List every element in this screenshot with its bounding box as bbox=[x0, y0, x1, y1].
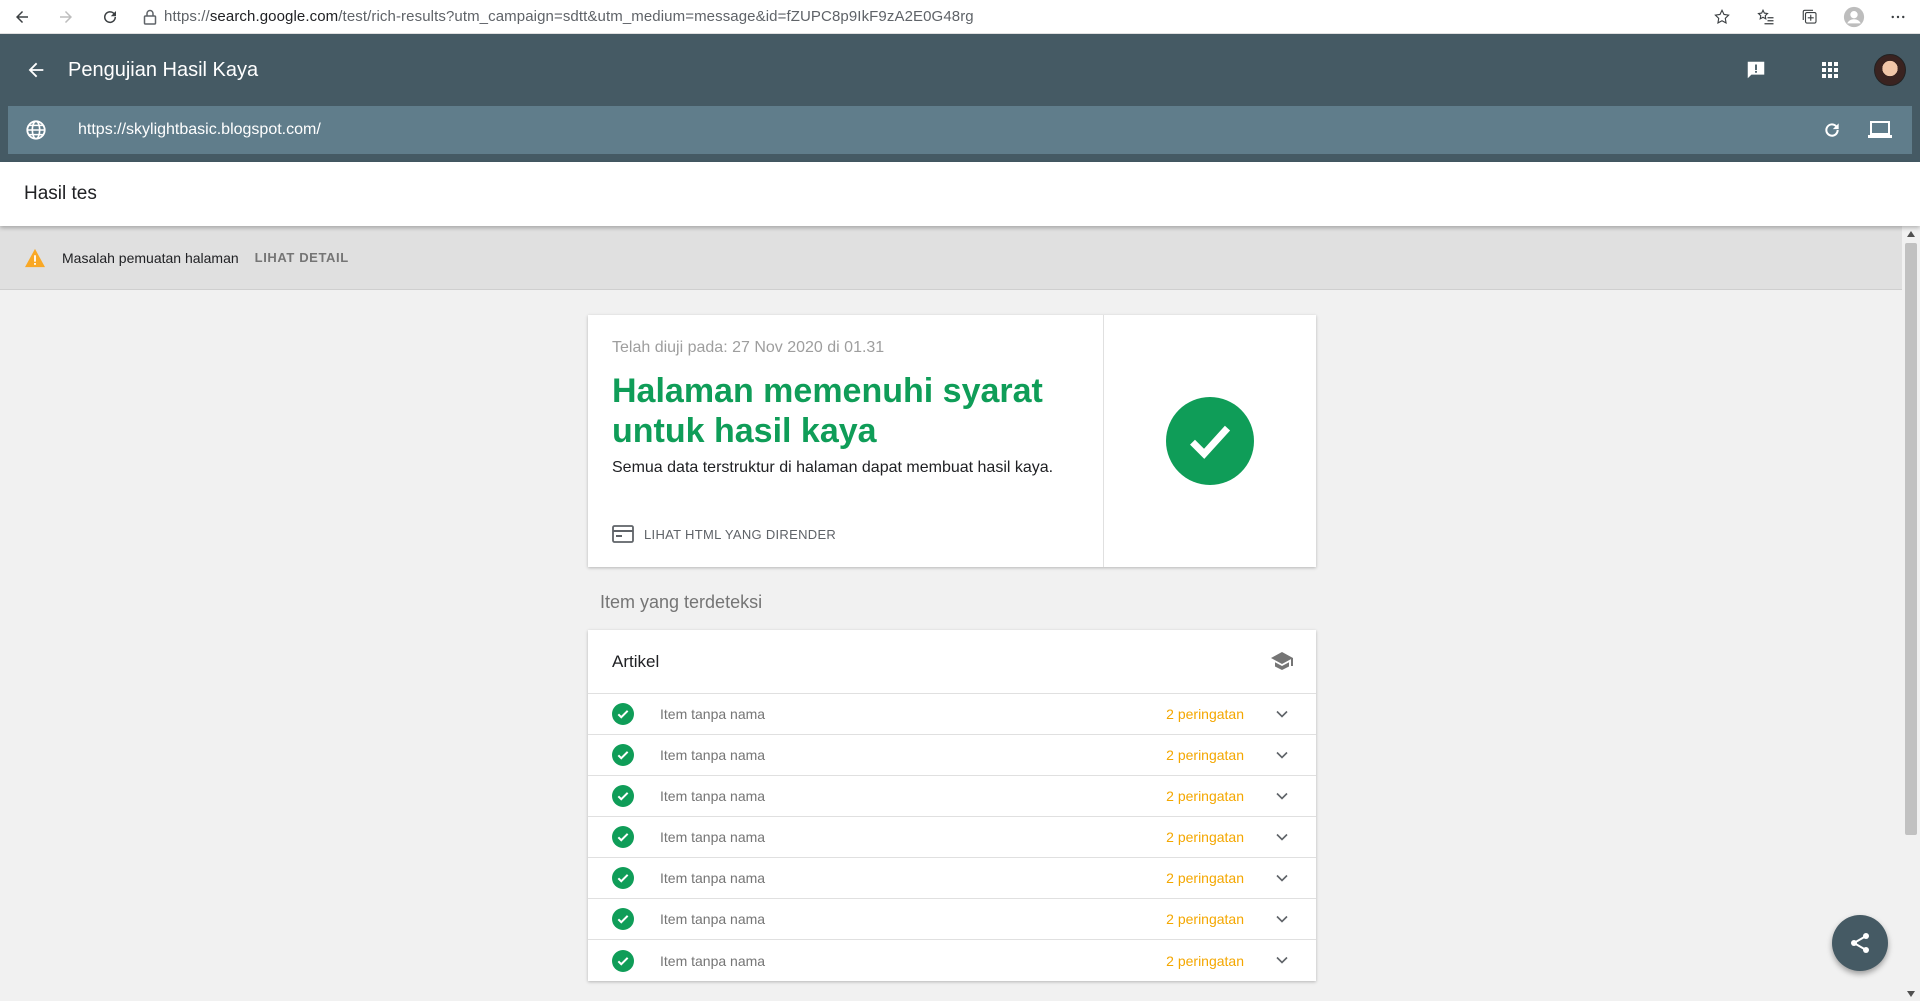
warning-count: 2 peringatan bbox=[1166, 788, 1244, 804]
globe-icon bbox=[8, 119, 64, 141]
check-icon bbox=[612, 867, 634, 889]
item-name: Item tanpa nama bbox=[660, 706, 766, 722]
favorites-button[interactable] bbox=[1744, 0, 1788, 34]
scroll-up-arrow-icon[interactable] bbox=[1906, 230, 1916, 238]
chevron-down-icon[interactable] bbox=[1274, 829, 1290, 845]
feedback-button[interactable] bbox=[1736, 50, 1776, 90]
feedback-icon bbox=[1747, 61, 1765, 79]
warning-count: 2 peringatan bbox=[1166, 706, 1244, 722]
device-toggle-button[interactable] bbox=[1856, 106, 1904, 154]
tested-url-bar: https://skylightbasic.blogspot.com/ bbox=[8, 106, 1912, 154]
view-rendered-html-label: LIHAT HTML YANG DIRENDER bbox=[644, 526, 837, 542]
collections-icon bbox=[1802, 9, 1817, 24]
item-name: Item tanpa nama bbox=[660, 788, 766, 804]
app-title: Pengujian Hasil Kaya bbox=[68, 58, 259, 81]
item-name: Item tanpa nama bbox=[660, 747, 766, 763]
share-icon bbox=[1851, 933, 1869, 953]
item-name: Item tanpa nama bbox=[660, 952, 766, 969]
warning-count: 2 peringatan bbox=[1166, 952, 1244, 969]
apps-button[interactable] bbox=[1810, 50, 1850, 90]
account-button[interactable] bbox=[1870, 50, 1910, 90]
app-header: Pengujian Hasil Kaya https://skylightbas… bbox=[0, 34, 1920, 162]
chevron-down-icon[interactable] bbox=[1274, 952, 1290, 968]
item-name: Item tanpa nama bbox=[660, 829, 766, 845]
view-rendered-html-button[interactable]: LIHAT HTML YANG DIRENDER bbox=[612, 525, 836, 543]
star-icon bbox=[1714, 8, 1730, 24]
article-group-header: Artikel bbox=[588, 630, 1316, 694]
result-summary-card: Telah diuji pada: 27 Nov 2020 di 01.31 H… bbox=[588, 315, 1316, 567]
check-icon bbox=[612, 785, 634, 807]
profile-icon bbox=[1843, 6, 1865, 27]
list-item[interactable]: Item tanpa nama 2 peringatan bbox=[588, 776, 1316, 817]
list-item[interactable]: Item tanpa nama 2 peringatan bbox=[588, 858, 1316, 899]
favorites-icon bbox=[1757, 8, 1774, 24]
tested-on-timestamp: Telah diuji pada: 27 Nov 2020 di 01.31 bbox=[612, 339, 885, 356]
list-item[interactable]: Item tanpa nama 2 peringatan bbox=[588, 817, 1316, 858]
detected-items-label: Item yang terdeteksi bbox=[600, 592, 763, 612]
view-details-link[interactable]: LIHAT DETAIL bbox=[255, 250, 349, 265]
warning-count: 2 peringatan bbox=[1166, 870, 1244, 886]
list-item[interactable]: Item tanpa nama 2 peringatan bbox=[588, 694, 1316, 735]
check-icon bbox=[612, 949, 634, 972]
browser-toolbar: https://search.google.com/test/rich-resu… bbox=[0, 0, 1920, 34]
list-item[interactable]: Item tanpa nama 2 peringatan bbox=[588, 735, 1316, 776]
address-url: https://search.google.com/test/rich-resu… bbox=[164, 8, 974, 25]
group-title: Artikel bbox=[612, 651, 660, 671]
scrollbar-thumb[interactable] bbox=[1905, 243, 1917, 835]
chevron-down-icon[interactable] bbox=[1274, 706, 1290, 722]
browser-forward-button[interactable] bbox=[44, 0, 88, 34]
rendered-html-icon bbox=[612, 525, 634, 543]
check-circle-icon bbox=[1166, 397, 1254, 485]
more-icon bbox=[1891, 15, 1905, 18]
retest-icon bbox=[1825, 123, 1839, 137]
detected-items-card: Artikel Item tanpa nama 2 peringatan Item … bbox=[588, 630, 1316, 981]
item-name: Item tanpa nama bbox=[660, 911, 766, 927]
warning-triangle-icon bbox=[25, 248, 45, 267]
check-icon bbox=[612, 826, 634, 848]
check-icon bbox=[612, 908, 634, 930]
device-icon bbox=[1868, 121, 1892, 138]
browser-back-button[interactable] bbox=[0, 0, 44, 34]
profile-button[interactable] bbox=[1832, 0, 1876, 34]
collections-button[interactable] bbox=[1788, 0, 1832, 34]
chevron-down-icon[interactable] bbox=[1274, 911, 1290, 927]
forward-arrow-icon bbox=[60, 10, 72, 23]
chevron-down-icon[interactable] bbox=[1274, 870, 1290, 886]
result-description: Semua data terstruktur di halaman dapat … bbox=[612, 459, 1054, 476]
share-button[interactable] bbox=[1832, 915, 1888, 971]
avatar bbox=[1874, 54, 1906, 86]
refresh-icon bbox=[104, 10, 117, 23]
app-back-button[interactable] bbox=[20, 54, 52, 86]
page-title: Hasil tes bbox=[24, 183, 97, 204]
school-cap-icon[interactable] bbox=[1270, 650, 1294, 672]
warning-count: 2 peringatan bbox=[1166, 911, 1244, 927]
list-item[interactable]: Item tanpa nama 2 peringatan bbox=[588, 940, 1316, 981]
url-path: /test/rich-results?utm_campaign=sdtt&utm… bbox=[338, 8, 974, 25]
back-arrow-icon bbox=[16, 10, 28, 23]
scroll-down-arrow-icon[interactable] bbox=[1906, 990, 1916, 998]
warning-text: Masalah pemuatan halaman bbox=[62, 249, 239, 266]
item-name: Item tanpa nama bbox=[660, 870, 766, 886]
warning-count: 2 peringatan bbox=[1166, 829, 1244, 845]
url-host: search.google.com bbox=[209, 8, 339, 25]
tested-url: https://skylightbasic.blogspot.com/ bbox=[78, 121, 321, 138]
result-headline: Halaman memenuhi syarat untuk hasil kaya bbox=[612, 372, 1043, 450]
apps-grid-icon bbox=[1822, 62, 1838, 78]
retest-button[interactable] bbox=[1808, 106, 1856, 154]
warning-count: 2 peringatan bbox=[1166, 747, 1244, 763]
address-bar[interactable]: https://search.google.com/test/rich-resu… bbox=[136, 3, 1692, 31]
browser-refresh-button[interactable] bbox=[88, 0, 132, 34]
back-icon bbox=[28, 62, 44, 78]
list-item[interactable]: Item tanpa nama 2 peringatan bbox=[588, 899, 1316, 940]
page-loading-warning-banner: Masalah pemuatan halaman LIHAT DETAIL bbox=[0, 226, 1902, 290]
settings-more-button[interactable] bbox=[1876, 0, 1920, 34]
url-scheme: https:// bbox=[164, 8, 210, 25]
check-icon bbox=[612, 703, 634, 725]
section-header: Hasil tes bbox=[0, 162, 1920, 226]
favorite-star-button[interactable] bbox=[1700, 0, 1744, 34]
lock-icon bbox=[136, 9, 164, 25]
chevron-down-icon[interactable] bbox=[1274, 788, 1290, 804]
check-icon bbox=[612, 744, 634, 766]
chevron-down-icon[interactable] bbox=[1274, 747, 1290, 763]
